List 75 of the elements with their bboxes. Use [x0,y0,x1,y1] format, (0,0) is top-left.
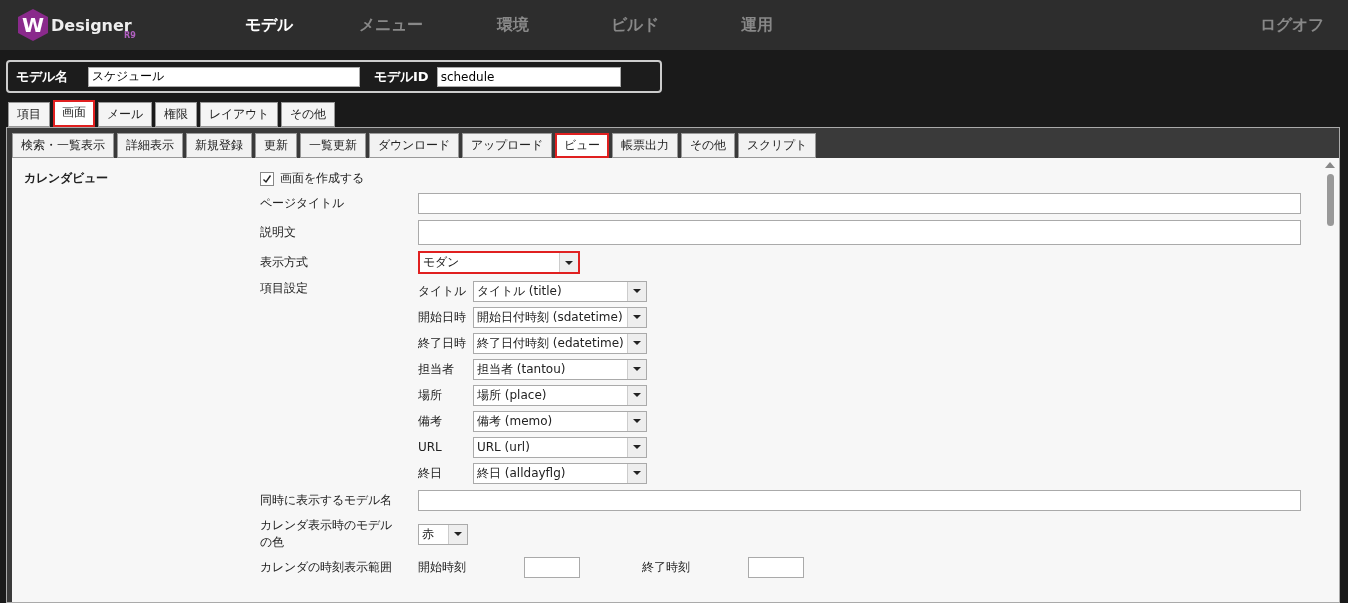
tab[interactable]: 項目 [8,102,50,127]
scroll-up-icon[interactable] [1325,162,1335,168]
tab[interactable]: その他 [281,102,335,127]
sub-tab[interactable]: その他 [681,133,735,158]
concurrent-model-field[interactable] [418,490,1301,511]
field-select[interactable]: URL (url) [473,436,647,458]
caret-icon [633,367,641,371]
caret-icon [633,393,641,397]
model-name-label: モデル名 [15,67,69,86]
field-select[interactable]: 開始日付時刻 (sdatetime) [473,306,647,328]
scroll-thumb[interactable] [1326,174,1334,226]
field-label: 説明文 [260,224,297,241]
field-label: 開始時刻 [418,559,467,576]
field-label: 項目設定 [260,280,309,297]
tab[interactable]: 権限 [155,102,197,127]
checkbox-label: 画面を作成する [280,170,364,187]
sub-tab[interactable]: 一覧更新 [300,133,366,158]
nav-link[interactable]: 運用 [696,14,818,36]
model-id-field[interactable]: schedule [436,66,621,87]
tab[interactable]: 画面 [53,100,95,127]
end-time-field[interactable] [748,557,804,578]
field-label: 同時に表示するモデル名 [260,492,393,509]
caret-icon [565,260,573,265]
field-label: タイトル [418,282,467,300]
field-select[interactable]: 担当者 (tantou) [473,358,647,380]
field-label: ページタイトル [260,195,345,212]
caret-icon [633,471,641,475]
page-title-field[interactable] [418,193,1301,214]
caret-icon [633,315,641,319]
field-label: カレンダの時刻表示範囲 [260,559,393,576]
logo-mark: W [18,9,48,41]
nav-link[interactable]: メニュー [330,14,452,36]
nav-link[interactable]: モデル [208,14,330,36]
sub-tab[interactable]: 帳票出力 [612,133,678,158]
caret-icon [633,341,641,345]
field-label: 担当者 [418,360,455,378]
caret-icon [633,445,641,449]
sub-tab[interactable]: 検索・一覧表示 [12,133,114,158]
field-select[interactable]: 終日 (alldayflg) [473,462,647,484]
field-select[interactable]: 場所 (place) [473,384,647,406]
field-label: 開始日時 [418,308,467,326]
tab[interactable]: レイアウト [200,102,278,127]
caret-icon [633,419,641,423]
sub-tab[interactable]: ビュー [555,133,609,158]
caret-icon [454,532,462,536]
field-label: 場所 [418,386,443,404]
sub-tab[interactable]: スクリプト [738,133,816,158]
field-label: 表示方式 [260,254,309,271]
start-time-field[interactable] [524,557,580,578]
field-label: 備考 [418,412,443,430]
field-label: URL [418,440,443,454]
caret-icon [633,289,641,293]
sub-tab[interactable]: 更新 [255,133,297,158]
sub-tab[interactable]: ダウンロード [369,133,459,158]
model-name-field[interactable]: スケジュール [88,66,360,87]
nav-link[interactable]: 環境 [452,14,574,36]
color-select[interactable]: 赤 [418,523,468,545]
sub-tab[interactable]: アップロード [462,133,552,158]
field-select[interactable]: 備考 (memo) [473,410,647,432]
tab[interactable]: メール [98,102,152,127]
field-label: 終了時刻 [642,559,691,576]
field-label: カレンダ表示時のモデルの色 [260,517,393,551]
display-mode-select[interactable]: モダン [418,251,580,274]
sub-tab[interactable]: 新規登録 [186,133,252,158]
model-id-label: モデルID [373,67,430,86]
field-label: 終了日時 [418,334,467,352]
section-title: カレンダビュー [24,170,109,187]
checkbox[interactable] [260,171,274,186]
nav-link[interactable]: ビルド [574,14,696,36]
field-select[interactable]: タイトル (title) [473,280,647,302]
sub-tab[interactable]: 詳細表示 [117,133,183,158]
description-field[interactable] [418,220,1301,245]
field-label: 終日 [418,464,443,482]
logoff-link[interactable]: ログオフ [1260,14,1348,36]
field-select[interactable]: 終了日付時刻 (edatetime) [473,332,647,354]
